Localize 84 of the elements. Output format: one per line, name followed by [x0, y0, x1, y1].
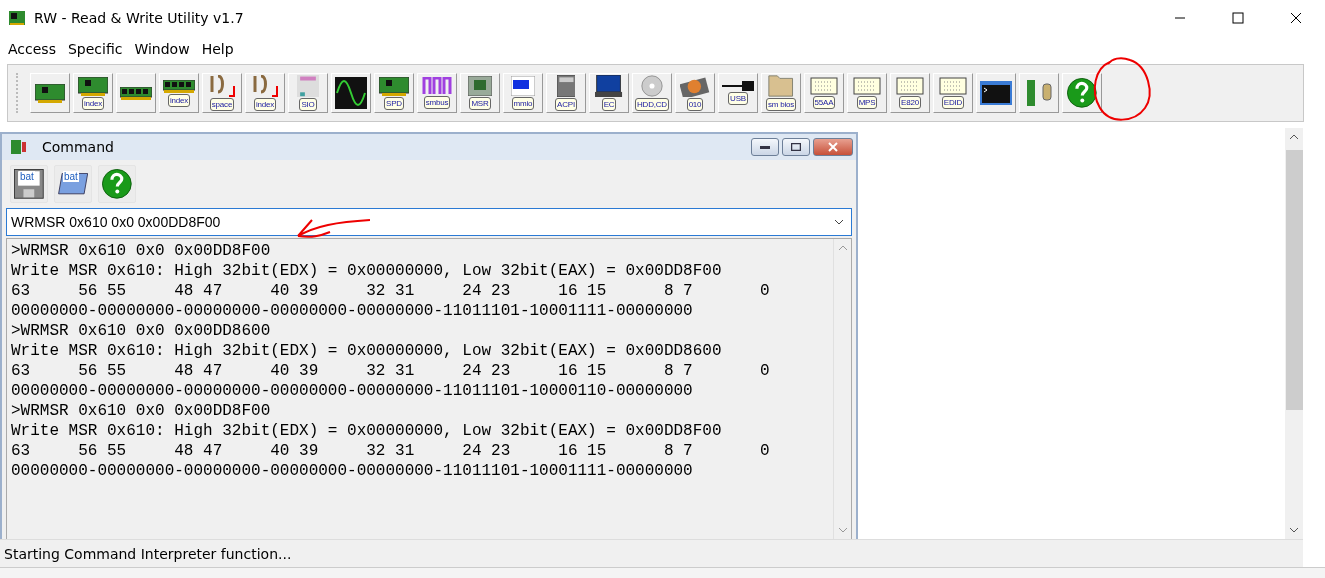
toolbar-button[interactable]: MPS: [847, 73, 887, 113]
circuit-board-icon: [35, 83, 65, 103]
output-line: 63 56 55 48 47 40 39 32 31 24 23 16 15 8 7 0: [11, 361, 771, 381]
memory-block-icon: [511, 76, 535, 96]
output-line: Write MSR 0x610: High 32bit(EDX) = 0x00000000, Low 32bit(EAX) = 0x00DD8F00: [11, 261, 723, 281]
output-line: 63 56 55 48 47 40 39 32 31 24 23 16 15 8 7 0: [11, 281, 771, 301]
toolbar-button[interactable]: SPD: [374, 73, 414, 113]
toolbar-button[interactable]: MSR: [460, 73, 500, 113]
output-line: 63 56 55 48 47 40 39 32 31 24 23 16 15 8 7 0: [11, 441, 771, 461]
menu-item[interactable]: Window: [128, 41, 196, 57]
io-port-icon: [251, 75, 279, 97]
folder-icon: [768, 75, 794, 97]
toolbar-button[interactable]: index: [159, 73, 199, 113]
help-icon: [102, 169, 132, 199]
scrollbar-thumb[interactable]: [1285, 150, 1303, 410]
terminal-window-icon: [980, 81, 1012, 105]
output-line: 00000000-00000000-00000000-00000000-00000000-11011101-10001111-00000000: [11, 301, 694, 321]
toolbar-button[interactable]: bat: [54, 165, 92, 203]
toolbar-button[interactable]: E820: [890, 73, 930, 113]
toolbar-button[interactable]: HDD,CD: [632, 73, 672, 113]
toolbar-button[interactable]: mmio: [503, 73, 543, 113]
minimize-button[interactable]: [751, 138, 779, 156]
chevron-down-icon[interactable]: [834, 219, 844, 225]
output-line: >WRMSR 0x610 0x0 0x00DD8F00: [11, 401, 272, 421]
toolbar-button[interactable]: EC: [589, 73, 629, 113]
hard-drive-icon: [680, 75, 710, 97]
toolbar-button[interactable]: index: [73, 73, 113, 113]
io-port-icon: [208, 75, 236, 97]
output-line: 00000000-00000000-00000000-00000000-00000000-11011101-10000110-00000000: [11, 381, 694, 401]
toolbar-button[interactable]: index: [245, 73, 285, 113]
close-icon: [828, 142, 838, 152]
window-title: Command: [42, 139, 115, 155]
chip-grid-icon: [853, 77, 881, 95]
toolbar-button[interactable]: 010: [675, 73, 715, 113]
menu-item[interactable]: Access: [2, 41, 62, 57]
menu-item[interactable]: Specific: [61, 41, 129, 57]
toolbar-button[interactable]: ACPI: [546, 73, 586, 113]
bus-icon: [422, 77, 452, 95]
output-line: 00000000-00000000-00000000-00000000-00000000-11011101-10001111-00000000: [11, 461, 694, 481]
cabinet-icon: [556, 75, 576, 97]
output-line: >WRMSR 0x610 0x0 0x00DD8F00: [11, 241, 272, 261]
chip-grid-icon: [810, 77, 838, 95]
scroll-down-icon[interactable]: [1289, 525, 1299, 535]
close-icon: [1290, 12, 1302, 24]
processor-icon: [468, 76, 492, 96]
menu-item[interactable]: Help: [195, 41, 240, 57]
toolbar-button[interactable]: space: [202, 73, 242, 113]
toolbar-button[interactable]: USB: [718, 73, 758, 113]
window-icon: [10, 138, 28, 156]
chipset-icon: [297, 75, 319, 97]
toolbar-button[interactable]: EDID: [933, 73, 973, 113]
command-input[interactable]: WRMSR 0x610 0x0 0x00DD8F00: [6, 208, 852, 236]
toolbar-button[interactable]: [98, 165, 136, 203]
circuit-board-icon: [379, 76, 409, 96]
chip-grid-icon: [939, 77, 967, 95]
toolbar-button[interactable]: bat: [10, 165, 48, 203]
minimize-icon: [1174, 17, 1186, 19]
board-and-port-icon: [1026, 80, 1052, 106]
laptop-icon: [595, 75, 623, 97]
usb-plug-icon: [722, 81, 754, 91]
memory-module-icon: [163, 79, 195, 93]
toolbar-button[interactable]: sm bios: [761, 73, 801, 113]
disc-icon: [641, 75, 663, 97]
restore-icon: [791, 143, 801, 151]
toolbar-button[interactable]: SIO: [288, 73, 328, 113]
app-icon: [8, 9, 26, 27]
window-title: RW - Read & Write Utility v1.7: [34, 10, 245, 26]
maximize-icon: [1232, 12, 1244, 24]
status-text: Starting Command Interpreter function...: [4, 545, 292, 562]
help-icon: [1067, 78, 1097, 108]
waveform-icon: [335, 77, 367, 109]
minimize-icon: [760, 145, 770, 149]
toolbar-button[interactable]: 55AA: [804, 73, 844, 113]
output-line: Write MSR 0x610: High 32bit(EDX) = 0x00000000, Low 32bit(EAX) = 0x00DD8600: [11, 341, 723, 361]
circuit-board-icon: [78, 76, 108, 96]
chip-grid-icon: [896, 77, 924, 95]
toolbar-button[interactable]: smbus: [417, 73, 457, 113]
scrollbar[interactable]: [1285, 128, 1303, 539]
memory-module-icon: [120, 86, 152, 100]
output-line: Write MSR 0x610: High 32bit(EDX) = 0x00000000, Low 32bit(EAX) = 0x00DD8F00: [11, 421, 723, 441]
close-button[interactable]: [813, 138, 853, 156]
output-line: >WRMSR 0x610 0x0 0x00DD8600: [11, 321, 272, 341]
restore-button[interactable]: [782, 138, 810, 156]
scroll-up-icon[interactable]: [1289, 132, 1299, 142]
